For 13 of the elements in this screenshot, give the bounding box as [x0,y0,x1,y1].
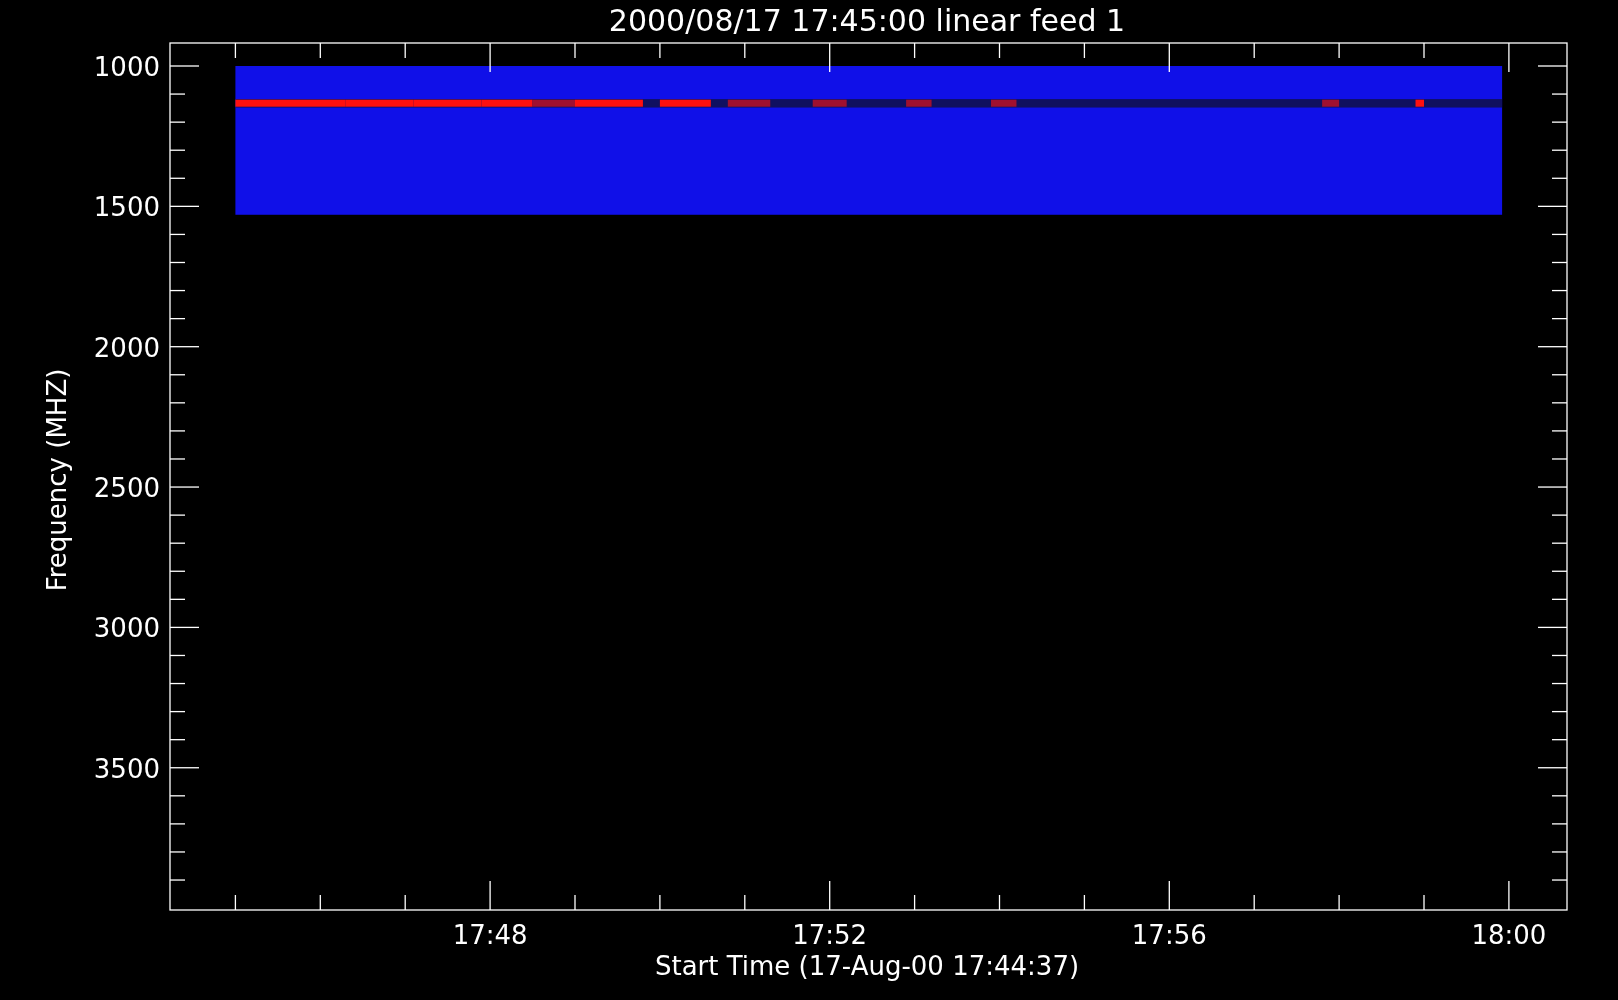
x-tick-label: 17:48 [452,920,528,950]
x-tick-label: 17:52 [792,920,868,950]
x-tick-label: 17:56 [1131,920,1207,950]
y-tick-label: 3500 [93,753,160,784]
y-tick-label: 1000 [93,52,160,82]
y-tick-label: 1500 [93,192,160,223]
x-tick-label: 18:00 [1471,920,1547,950]
y-axis-label: Frequency (MHZ) [42,368,72,592]
x-axis-label: Start Time (17-Aug-00 17:44:37) [654,951,1080,981]
y-tick-label: 2000 [93,332,160,363]
plot-title: 2000/08/17 17:45:00 linear feed 1 [608,3,1126,38]
y-tick-label: 3000 [93,613,160,644]
y-tick-label: 2500 [93,473,160,504]
